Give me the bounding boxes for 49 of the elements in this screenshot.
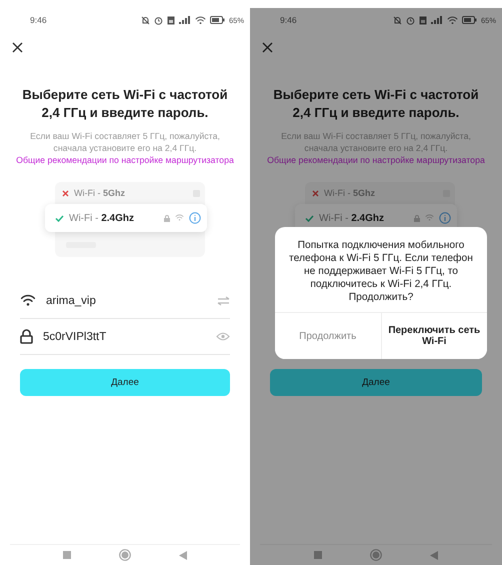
- switch-icon[interactable]: [217, 296, 230, 306]
- wifi-icon: [175, 214, 184, 222]
- signal-icon: [430, 16, 443, 24]
- wifi-status-icon: [194, 16, 206, 24]
- check-icon: [55, 214, 64, 222]
- wifi-status-icon: [446, 16, 458, 24]
- battery-icon: [210, 16, 225, 24]
- alarm-icon: [406, 16, 415, 24]
- page-title: Выберите сеть Wi-Fi с частотой 2,4 ГГц и введите пароль.: [272, 86, 480, 122]
- sim-icon: [166, 16, 175, 24]
- bell-off-icon: [392, 16, 402, 24]
- signal-icon: [178, 16, 191, 24]
- check-icon: [305, 214, 314, 222]
- description: Если ваш Wi-Fi составляет 5 ГГц, пожалуйста, сначала установите его на 2,4 ГГц. Общие рекомендации по настройке маршрутизатора: [266, 130, 486, 166]
- router-guide-link[interactable]: Общие рекомендации по настройке маршрутизатора: [16, 155, 234, 165]
- cross-icon: [312, 190, 319, 196]
- home-icon[interactable]: [119, 549, 131, 561]
- wifi-icon: [425, 214, 434, 222]
- info-icon: [189, 212, 201, 224]
- close-icon[interactable]: [12, 42, 23, 52]
- network-name: Wi-Fi - 2.4Ghz: [69, 212, 134, 224]
- description: Если ваш Wi-Fi составляет 5 ГГц, пожалуйста, сначала установите его на 2,4 ГГц. Общие рекомендации по настройке маршрутизатора: [15, 130, 235, 166]
- back-icon[interactable]: [430, 550, 438, 560]
- sim-icon: [418, 16, 427, 24]
- alarm-icon: [154, 16, 163, 24]
- home-icon[interactable]: [370, 549, 382, 561]
- input-field[interactable]: 5c0rVIPl3ttT: [43, 330, 206, 342]
- network-name: Wi-Fi - 5Ghz: [324, 188, 376, 198]
- lock-icon: [414, 214, 420, 222]
- battery-icon: [462, 16, 477, 24]
- back-icon[interactable]: [179, 550, 187, 560]
- network-name: Wi-Fi - 2.4Ghz: [319, 212, 384, 224]
- network-name: Wi-Fi - 5Ghz: [74, 188, 126, 198]
- lock-icon: [20, 329, 33, 344]
- status-time: 9:46: [30, 15, 48, 25]
- page-title: Выберите сеть Wi-Fi с частотой 2,4 ГГц и введите пароль.: [22, 86, 228, 122]
- lock-icon: [164, 214, 170, 222]
- dialog-button[interactable]: Переключить сеть Wi-Fi: [380, 313, 487, 359]
- cross-icon: [62, 190, 69, 196]
- status-time: 9:46: [280, 15, 298, 25]
- eye-icon[interactable]: [216, 332, 230, 341]
- close-icon[interactable]: [262, 42, 273, 52]
- dialog-message: Попытка подключения мобильного телефона к Wi-Fi 5 ГГц. Если телефон не поддерживает Wi-Fi 5 ГГц, то подключитесь к Wi-Fi 2,4 ГГц. Продолжить?: [288, 239, 474, 305]
- wifi-icon: [20, 294, 36, 307]
- bell-off-icon: [140, 16, 150, 24]
- input-field[interactable]: arima_vip: [46, 294, 207, 306]
- next-button[interactable]: Далее: [20, 369, 230, 396]
- next-button[interactable]: Далее: [270, 369, 482, 396]
- info-icon: [439, 212, 451, 224]
